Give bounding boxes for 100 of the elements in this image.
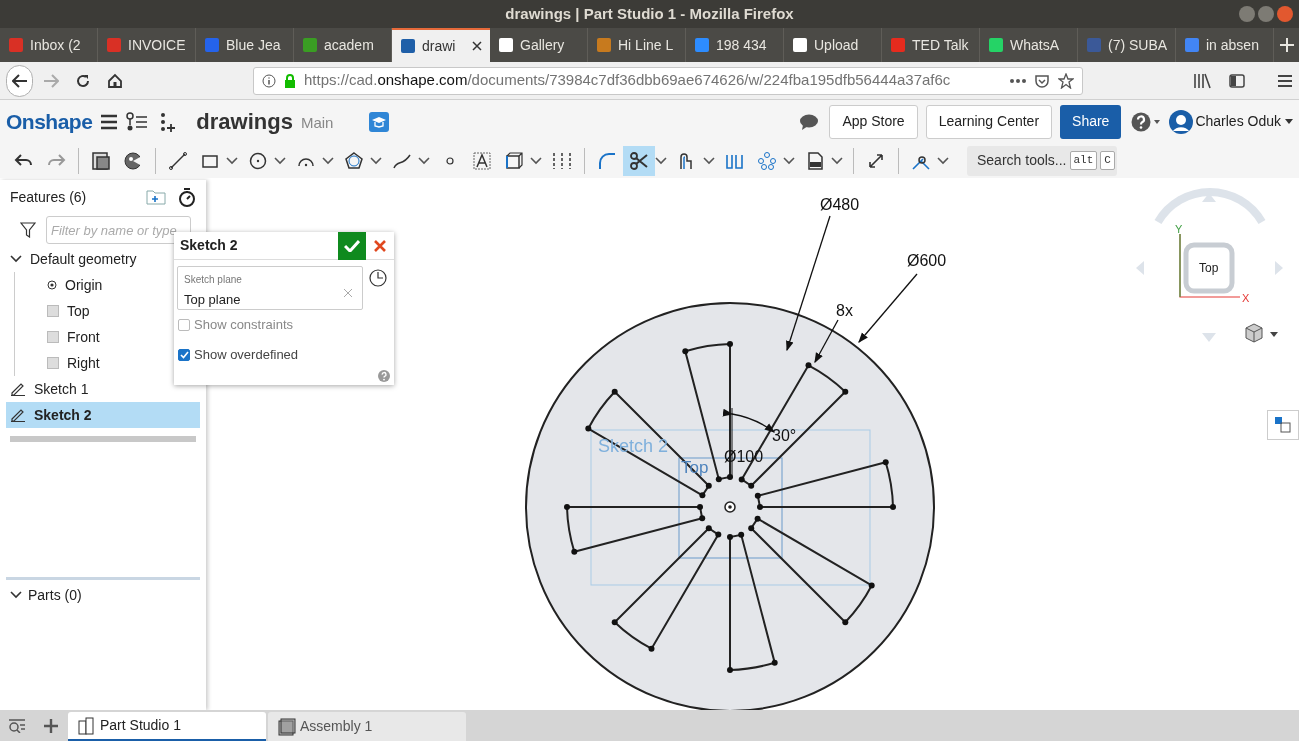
slots-drawing[interactable] [564,341,896,673]
pacman-icon[interactable] [123,150,143,171]
search-list-icon[interactable] [8,718,26,733]
stopwatch-icon[interactable] [178,187,196,207]
tab-favicon-icon [400,38,416,54]
back-arrow-icon[interactable] [11,73,28,88]
library-icon[interactable] [1193,72,1211,89]
tab-favicon-icon [204,37,220,53]
menu-icon[interactable] [1277,73,1293,88]
fillet-icon[interactable] [597,150,617,171]
caret-icon[interactable] [226,156,238,165]
cube-icon[interactable] [1245,323,1263,343]
feature-item[interactable]: Sketch 1 [0,376,206,402]
search-tools-field[interactable]: Search tools... alt C [967,145,1117,176]
caret-icon[interactable] [370,156,382,165]
education-icon[interactable] [369,111,390,132]
caret-icon[interactable] [274,156,286,165]
caret-icon[interactable] [1285,119,1293,124]
tab-favicon-icon [890,37,906,53]
tab-favicon-icon [106,37,122,53]
pattern-icon[interactable] [757,150,777,171]
dimension-label[interactable]: 30° [772,427,797,444]
scissors-icon[interactable] [629,150,649,171]
part-studio-icon[interactable] [91,150,111,171]
info-icon [262,73,276,88]
insert-feature-icon[interactable] [158,111,177,132]
checkbox[interactable] [178,319,190,331]
tab-favicon-icon [302,37,318,53]
dimension-label[interactable]: 8x [836,302,853,319]
feature-item[interactable]: Sketch 2 [6,402,200,428]
version-tree-icon[interactable] [126,111,149,132]
caret-icon[interactable] [322,156,334,165]
dimension-label[interactable]: Ø480 [820,196,860,213]
address-bar[interactable]: https://cad.onshape.com/documents/73984c7df36dbb69ae674626/w/224fba195dfb56444a37af6c [253,66,1083,95]
add-folder-icon[interactable] [146,189,166,205]
lock-icon [284,73,296,88]
dimension-label[interactable]: Ø600 [907,252,947,269]
share-button[interactable]: Share [1060,104,1122,139]
cube-icon[interactable] [504,150,524,171]
caret-icon[interactable] [418,156,430,165]
window-title: drawings | Part Studio 1 - Mozilla Firefox [505,3,794,24]
chevron-icon[interactable] [10,255,22,263]
origin-icon[interactable] [724,501,736,513]
header-button[interactable]: Learning Center [925,104,1053,139]
tab-favicon-icon [694,37,710,53]
plane-icon [47,357,59,369]
caret-icon[interactable] [783,156,795,165]
comment-icon[interactable] [799,112,820,131]
maximize-button[interactable] [1258,6,1274,22]
clock-icon[interactable] [369,269,387,287]
back-button[interactable] [6,64,33,97]
line-icon[interactable] [168,150,188,171]
text-icon[interactable] [472,150,492,171]
filter-icon[interactable] [20,222,36,238]
home-icon[interactable] [107,72,123,89]
help-icon[interactable] [1131,111,1162,132]
caret-icon[interactable] [530,156,542,165]
checkbox[interactable] [178,349,190,361]
disk-outline[interactable] [525,302,935,710]
view-cube[interactable] [1183,242,1235,294]
document-title[interactable]: drawings [196,105,293,138]
document-tab[interactable]: Assembly 1 [268,712,466,741]
pocket-icon[interactable] [1034,72,1050,89]
caret-icon[interactable] [937,156,949,165]
close-button[interactable] [1277,6,1293,22]
more-icon[interactable] [1010,78,1026,83]
bookmark-star-icon[interactable] [1058,72,1074,89]
menu-icon[interactable] [100,113,119,130]
sketch-plane-field[interactable]: Sketch plane Top plane [177,266,363,310]
add-icon[interactable] [44,718,58,733]
sidebar-icon[interactable] [1229,73,1245,88]
caret-icon[interactable] [831,156,843,165]
close-icon[interactable] [472,41,482,51]
user-menu[interactable]: Charles Oduk [1195,111,1293,132]
tab-favicon-icon [8,37,24,53]
tab-favicon-icon [1086,37,1102,53]
tab-favicon-icon [498,37,514,53]
appearance-icon[interactable] [1274,416,1292,434]
accept-button[interactable] [338,231,366,260]
minimize-button[interactable] [1239,6,1255,22]
new-tab-icon[interactable] [1279,38,1294,52]
appearance-panel-button[interactable] [1267,410,1299,440]
pencil-icon [10,408,26,422]
browser-tab[interactable]: drawi [392,28,490,62]
view-cube-label[interactable]: Top [1199,261,1219,275]
caret-icon[interactable] [1270,332,1278,337]
avatar-icon[interactable] [1169,109,1194,134]
caret-icon[interactable] [655,156,667,165]
parts-header[interactable]: Parts (0) [0,580,206,610]
app-logo[interactable]: Onshape [6,105,93,138]
header-button[interactable]: App Store [829,104,918,139]
polygon-icon[interactable] [344,150,364,171]
axis-label: X [1242,292,1250,304]
shortcut-key: alt [1069,151,1098,170]
checkmark-icon[interactable] [344,239,360,252]
features-heading: Features (6) [10,187,87,207]
caret-icon[interactable] [703,156,715,165]
reload-icon[interactable] [75,72,91,89]
document-tab[interactable]: Part Studio 1 [68,712,266,741]
circle-icon[interactable] [248,150,268,171]
